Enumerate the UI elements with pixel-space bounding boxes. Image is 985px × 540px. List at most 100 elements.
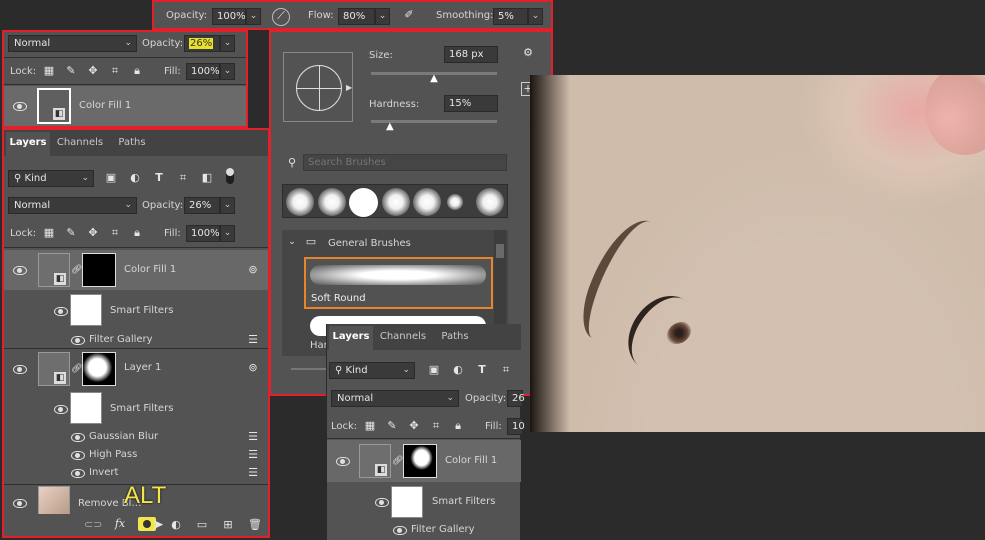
visibility-eye-icon[interactable] — [71, 451, 85, 460]
layers-fill-field[interactable]: 100% — [186, 225, 220, 242]
recent-brush[interactable] — [286, 188, 314, 216]
lock-position-move-icon[interactable]: ✥ — [86, 64, 100, 78]
recent-brush[interactable] — [476, 188, 504, 216]
layer-row-color-fill[interactable]: ◧ Color Fill 1 — [4, 86, 246, 126]
visibility-eye-icon[interactable] — [71, 433, 85, 442]
filter-blending-options-icon[interactable]: ☰ — [246, 448, 260, 462]
lock-transparent-icon[interactable]: ▦ — [42, 226, 56, 240]
chain-link-icon[interactable]: 🔗︎ — [71, 362, 82, 376]
layer-thumbnail[interactable] — [38, 486, 70, 514]
lock-position-move-icon[interactable]: ✥ — [86, 226, 100, 240]
tab-layers[interactable]: Layers — [6, 132, 50, 156]
blend-mode-dropdown[interactable]: Normal ⌄ — [8, 35, 137, 52]
new-layer-icon[interactable]: ⊞ — [220, 518, 236, 532]
lock-image-brush-icon[interactable]: ✎ — [64, 226, 78, 240]
layers-blend-mode-dropdown[interactable]: Normal ⌄ — [8, 197, 137, 214]
visibility-eye-icon[interactable] — [13, 266, 27, 275]
visibility-eye-icon[interactable] — [54, 405, 68, 414]
layers-opacity-dropdown[interactable]: ⌄ — [220, 197, 235, 214]
filter-pixel-icon[interactable]: ▣ — [427, 363, 441, 377]
filter-adjustment-icon[interactable]: ◐ — [128, 171, 142, 185]
layer-row-layer-1[interactable]: ◧ 🔗︎ Layer 1 ⊚ — [4, 350, 268, 388]
filter-smart-object-icon[interactable]: ◧ — [200, 171, 214, 185]
tab-channels[interactable]: Channels — [52, 132, 108, 156]
fill-field[interactable]: 100% — [186, 63, 220, 80]
layers-fill-field[interactable]: 10 — [507, 418, 525, 435]
filter-row-high-pass[interactable]: High Pass ☰ — [4, 446, 268, 464]
tab-paths[interactable]: Paths — [110, 132, 154, 156]
filter-row-gaussian-blur[interactable]: Gaussian Blur ☰ — [4, 428, 268, 446]
lock-all-icon[interactable]: 🔒︎ — [130, 64, 144, 78]
filter-row-filter-gallery[interactable]: Filter Gallery — [327, 522, 521, 538]
chain-link-icon[interactable]: 🔗︎ — [392, 454, 403, 468]
pressure-opacity-icon[interactable]: ⟋ — [272, 8, 290, 26]
lock-image-brush-icon[interactable]: ✎ — [385, 419, 399, 433]
smart-filters-row[interactable]: Smart Filters — [4, 292, 268, 330]
recent-brush[interactable] — [382, 188, 410, 216]
visibility-eye-icon[interactable] — [375, 498, 389, 507]
lock-artboard-icon[interactable]: ⌗ — [429, 419, 443, 433]
visibility-eye-icon[interactable] — [393, 526, 407, 535]
visibility-eye-icon[interactable] — [13, 499, 27, 508]
layers-opacity-field[interactable]: 26% — [184, 197, 220, 214]
opacity-field[interactable]: 26% — [184, 35, 220, 52]
filter-blending-options-icon[interactable]: ☰ — [246, 466, 260, 480]
smart-filter-mask-thumbnail[interactable] — [70, 294, 102, 326]
smart-filter-badge-icon[interactable]: ⊚ — [246, 361, 260, 375]
brush-item-soft-round[interactable]: Soft Round — [304, 257, 493, 309]
opacity-dropdown[interactable]: ⌄ — [220, 35, 235, 52]
visibility-eye-icon[interactable] — [71, 336, 85, 345]
adjustment-layer-icon[interactable]: ◐ — [168, 518, 184, 532]
filter-kind-dropdown[interactable]: ⚲ Kind ⌄ — [329, 362, 415, 379]
filter-row-filter-gallery[interactable]: Filter Gallery ☰ — [4, 332, 268, 348]
canvas-document[interactable] — [530, 75, 985, 432]
link-layers-icon[interactable]: ⊂⊃ — [84, 518, 102, 532]
delete-layer-trash-icon[interactable]: 🗑︎ — [247, 518, 263, 532]
filter-kind-dropdown[interactable]: ⚲ Kind ⌄ — [8, 170, 94, 187]
new-group-folder-icon[interactable]: ▭ — [194, 518, 210, 532]
visibility-eye-icon[interactable] — [13, 365, 27, 374]
lock-transparent-icon[interactable]: ▦ — [42, 64, 56, 78]
filter-toggle-switch[interactable] — [226, 168, 234, 184]
size-slider-thumb[interactable]: ▲ — [429, 74, 439, 84]
filter-blending-options-icon[interactable]: ☰ — [246, 333, 260, 347]
size-field[interactable]: 168 px — [444, 46, 498, 63]
toolbar-flow-field[interactable]: 80% — [338, 8, 375, 25]
hardness-slider-thumb[interactable]: ▲ — [385, 122, 395, 132]
toolbar-opacity-dropdown[interactable]: ⌄ — [246, 8, 261, 25]
scrollbar-thumb[interactable] — [496, 244, 504, 258]
visibility-eye-icon[interactable] — [336, 457, 350, 466]
filter-row-invert[interactable]: Invert ☰ — [4, 464, 268, 482]
lock-all-icon[interactable]: 🔒︎ — [451, 419, 465, 433]
layers-opacity-field[interactable]: 26 — [507, 390, 525, 407]
smart-filter-badge-icon[interactable]: ⊚ — [246, 263, 260, 277]
toolbar-smoothing-field[interactable]: 5% — [493, 8, 528, 25]
filter-type-icon[interactable]: T — [475, 363, 489, 377]
recent-brush[interactable] — [413, 188, 441, 216]
tab-paths[interactable]: Paths — [433, 326, 477, 350]
airbrush-icon[interactable]: ✐ — [400, 8, 418, 26]
smart-filters-row[interactable]: Smart Filters — [4, 390, 268, 428]
lock-artboard-icon[interactable]: ⌗ — [108, 226, 122, 240]
layer-row-color-fill[interactable]: ◧ 🔗︎ Color Fill 1 — [327, 440, 521, 482]
visibility-eye-icon[interactable] — [54, 307, 68, 316]
filter-shape-icon[interactable]: ⌗ — [176, 171, 190, 185]
filter-shape-icon[interactable]: ⌗ — [499, 363, 513, 377]
toolbar-flow-dropdown[interactable]: ⌄ — [375, 8, 390, 25]
smart-filter-mask-thumbnail[interactable] — [391, 486, 423, 518]
hardness-field[interactable]: 15% — [444, 95, 498, 112]
chevron-down-icon[interactable]: ⌄ — [287, 235, 297, 249]
recent-brush[interactable] — [349, 188, 378, 217]
smart-filters-row[interactable]: Smart Filters — [327, 484, 521, 520]
tab-channels[interactable]: Channels — [375, 326, 431, 350]
layer-row-color-fill[interactable]: ◧ 🔗︎ Color Fill 1 ⊚ — [4, 250, 268, 290]
visibility-eye-icon[interactable] — [71, 469, 85, 478]
layer-mask-thumbnail[interactable] — [82, 352, 116, 386]
brush-angle-preview[interactable]: ▶ — [283, 52, 353, 122]
filter-type-icon[interactable]: T — [152, 171, 166, 185]
layer-style-fx-icon[interactable]: fx — [112, 517, 128, 531]
recent-brush[interactable] — [447, 194, 463, 210]
toolbar-opacity-field[interactable]: 100% — [212, 8, 246, 25]
search-brushes-input[interactable] — [303, 154, 507, 171]
filter-pixel-icon[interactable]: ▣ — [104, 171, 118, 185]
